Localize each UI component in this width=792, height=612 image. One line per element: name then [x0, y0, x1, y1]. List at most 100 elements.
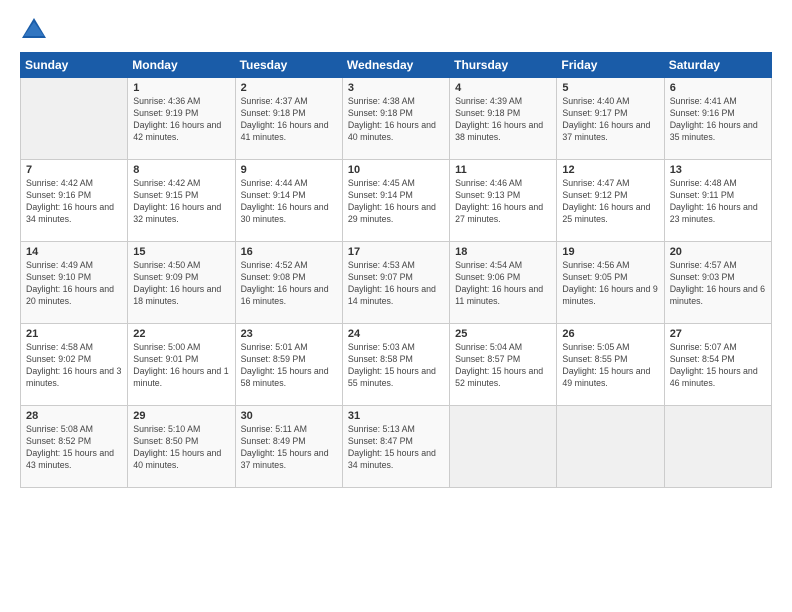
day-info: Sunrise: 4:41 AMSunset: 9:16 PMDaylight:… [670, 96, 766, 144]
day-info: Sunrise: 4:56 AMSunset: 9:05 PMDaylight:… [562, 260, 658, 308]
day-info: Sunrise: 5:00 AMSunset: 9:01 PMDaylight:… [133, 342, 229, 390]
weekday-header-wednesday: Wednesday [342, 53, 449, 78]
day-number: 26 [562, 328, 658, 340]
calendar-cell: 8 Sunrise: 4:42 AMSunset: 9:15 PMDaylight… [128, 160, 235, 242]
day-number: 23 [241, 328, 337, 340]
calendar-cell: 4 Sunrise: 4:39 AMSunset: 9:18 PMDaylight… [450, 78, 557, 160]
day-number: 24 [348, 328, 444, 340]
day-info: Sunrise: 5:13 AMSunset: 8:47 PMDaylight:… [348, 424, 444, 472]
day-number: 2 [241, 82, 337, 94]
day-info: Sunrise: 4:53 AMSunset: 9:07 PMDaylight:… [348, 260, 444, 308]
day-info: Sunrise: 4:42 AMSunset: 9:16 PMDaylight:… [26, 178, 122, 226]
calendar-cell: 3 Sunrise: 4:38 AMSunset: 9:18 PMDaylight… [342, 78, 449, 160]
day-info: Sunrise: 4:46 AMSunset: 9:13 PMDaylight:… [455, 178, 551, 226]
day-info: Sunrise: 4:58 AMSunset: 9:02 PMDaylight:… [26, 342, 122, 390]
calendar-cell: 30 Sunrise: 5:11 AMSunset: 8:49 PMDayligh… [235, 406, 342, 488]
day-info: Sunrise: 4:40 AMSunset: 9:17 PMDaylight:… [562, 96, 658, 144]
day-number: 4 [455, 82, 551, 94]
day-number: 15 [133, 246, 229, 258]
calendar-cell: 13 Sunrise: 4:48 AMSunset: 9:11 PMDayligh… [664, 160, 771, 242]
calendar-week-row: 21Sunrise: 4:58 AMSunset: 9:02 PMDayligh… [21, 324, 772, 406]
day-number: 20 [670, 246, 766, 258]
day-info: Sunrise: 4:57 AMSunset: 9:03 PMDaylight:… [670, 260, 766, 308]
calendar-cell: 27 Sunrise: 5:07 AMSunset: 8:54 PMDayligh… [664, 324, 771, 406]
day-number: 6 [670, 82, 766, 94]
calendar-cell: 24 Sunrise: 5:03 AMSunset: 8:58 PMDayligh… [342, 324, 449, 406]
calendar-cell: 18Sunrise: 4:54 AMSunset: 9:06 PMDayligh… [450, 242, 557, 324]
calendar-cell: 20 Sunrise: 4:57 AMSunset: 9:03 PMDayligh… [664, 242, 771, 324]
day-number: 3 [348, 82, 444, 94]
day-number: 8 [133, 164, 229, 176]
day-number: 30 [241, 410, 337, 422]
page: SundayMondayTuesdayWednesdayThursdayFrid… [0, 0, 792, 612]
calendar-cell: 22 Sunrise: 5:00 AMSunset: 9:01 PMDayligh… [128, 324, 235, 406]
day-info: Sunrise: 4:48 AMSunset: 9:11 PMDaylight:… [670, 178, 766, 226]
day-info: Sunrise: 4:49 AMSunset: 9:10 PMDaylight:… [26, 260, 122, 308]
day-number: 31 [348, 410, 444, 422]
calendar-cell: 14 Sunrise: 4:49 AMSunset: 9:10 PMDayligh… [21, 242, 128, 324]
weekday-header-thursday: Thursday [450, 53, 557, 78]
calendar-week-row: 14 Sunrise: 4:49 AMSunset: 9:10 PMDayligh… [21, 242, 772, 324]
calendar-cell: 23 Sunrise: 5:01 AMSunset: 8:59 PMDayligh… [235, 324, 342, 406]
calendar-cell: 17 Sunrise: 4:53 AMSunset: 9:07 PMDayligh… [342, 242, 449, 324]
day-info: Sunrise: 5:10 AMSunset: 8:50 PMDaylight:… [133, 424, 229, 472]
day-info: Sunrise: 5:11 AMSunset: 8:49 PMDaylight:… [241, 424, 337, 472]
weekday-header-tuesday: Tuesday [235, 53, 342, 78]
calendar-cell: 5 Sunrise: 4:40 AMSunset: 9:17 PMDaylight… [557, 78, 664, 160]
day-number: 29 [133, 410, 229, 422]
day-number: 28 [26, 410, 122, 422]
calendar-cell: 1 Sunrise: 4:36 AMSunset: 9:19 PMDaylight… [128, 78, 235, 160]
calendar-cell: 16 Sunrise: 4:52 AMSunset: 9:08 PMDayligh… [235, 242, 342, 324]
calendar-week-row: 28 Sunrise: 5:08 AMSunset: 8:52 PMDayligh… [21, 406, 772, 488]
day-info: Sunrise: 4:52 AMSunset: 9:08 PMDaylight:… [241, 260, 337, 308]
calendar-cell: 11 Sunrise: 4:46 AMSunset: 9:13 PMDayligh… [450, 160, 557, 242]
weekday-header-friday: Friday [557, 53, 664, 78]
day-info: Sunrise: 4:54 AMSunset: 9:06 PMDaylight:… [455, 260, 551, 308]
day-info: Sunrise: 5:05 AMSunset: 8:55 PMDaylight:… [562, 342, 658, 390]
day-number: 5 [562, 82, 658, 94]
day-info: Sunrise: 4:36 AMSunset: 9:19 PMDaylight:… [133, 96, 229, 144]
day-info: Sunrise: 5:04 AMSunset: 8:57 PMDaylight:… [455, 342, 551, 390]
logo [20, 16, 52, 44]
day-number: 10 [348, 164, 444, 176]
day-info: Sunrise: 4:50 AMSunset: 9:09 PMDaylight:… [133, 260, 229, 308]
calendar-cell: 29 Sunrise: 5:10 AMSunset: 8:50 PMDayligh… [128, 406, 235, 488]
calendar-cell: 21Sunrise: 4:58 AMSunset: 9:02 PMDayligh… [21, 324, 128, 406]
day-number: 22 [133, 328, 229, 340]
day-number: 14 [26, 246, 122, 258]
calendar-cell: 12Sunrise: 4:47 AMSunset: 9:12 PMDayligh… [557, 160, 664, 242]
calendar-cell: 2 Sunrise: 4:37 AMSunset: 9:18 PMDaylight… [235, 78, 342, 160]
calendar-cell: 6 Sunrise: 4:41 AMSunset: 9:16 PMDaylight… [664, 78, 771, 160]
day-info: Sunrise: 5:07 AMSunset: 8:54 PMDaylight:… [670, 342, 766, 390]
day-info: Sunrise: 4:42 AMSunset: 9:15 PMDaylight:… [133, 178, 229, 226]
day-number: 1 [133, 82, 229, 94]
calendar-cell: 9Sunrise: 4:44 AMSunset: 9:14 PMDaylight… [235, 160, 342, 242]
calendar-cell: 31 Sunrise: 5:13 AMSunset: 8:47 PMDayligh… [342, 406, 449, 488]
day-number: 13 [670, 164, 766, 176]
calendar-cell: 15 Sunrise: 4:50 AMSunset: 9:09 PMDayligh… [128, 242, 235, 324]
day-info: Sunrise: 5:08 AMSunset: 8:52 PMDaylight:… [26, 424, 122, 472]
day-number: 17 [348, 246, 444, 258]
calendar-cell [664, 406, 771, 488]
calendar-week-row: 1 Sunrise: 4:36 AMSunset: 9:19 PMDaylight… [21, 78, 772, 160]
day-info: Sunrise: 4:39 AMSunset: 9:18 PMDaylight:… [455, 96, 551, 144]
calendar-cell: 25Sunrise: 5:04 AMSunset: 8:57 PMDayligh… [450, 324, 557, 406]
weekday-header-row: SundayMondayTuesdayWednesdayThursdayFrid… [21, 53, 772, 78]
day-info: Sunrise: 4:37 AMSunset: 9:18 PMDaylight:… [241, 96, 337, 144]
header [20, 16, 772, 44]
weekday-header-monday: Monday [128, 53, 235, 78]
logo-icon [20, 16, 48, 44]
calendar-cell [450, 406, 557, 488]
day-number: 16 [241, 246, 337, 258]
calendar-cell: 26 Sunrise: 5:05 AMSunset: 8:55 PMDayligh… [557, 324, 664, 406]
day-number: 27 [670, 328, 766, 340]
calendar-cell: 19Sunrise: 4:56 AMSunset: 9:05 PMDayligh… [557, 242, 664, 324]
calendar-week-row: 7Sunrise: 4:42 AMSunset: 9:16 PMDaylight… [21, 160, 772, 242]
day-info: Sunrise: 4:38 AMSunset: 9:18 PMDaylight:… [348, 96, 444, 144]
day-number: 11 [455, 164, 551, 176]
calendar-cell [557, 406, 664, 488]
day-number: 9 [241, 164, 337, 176]
day-info: Sunrise: 5:01 AMSunset: 8:59 PMDaylight:… [241, 342, 337, 390]
day-info: Sunrise: 5:03 AMSunset: 8:58 PMDaylight:… [348, 342, 444, 390]
weekday-header-saturday: Saturday [664, 53, 771, 78]
